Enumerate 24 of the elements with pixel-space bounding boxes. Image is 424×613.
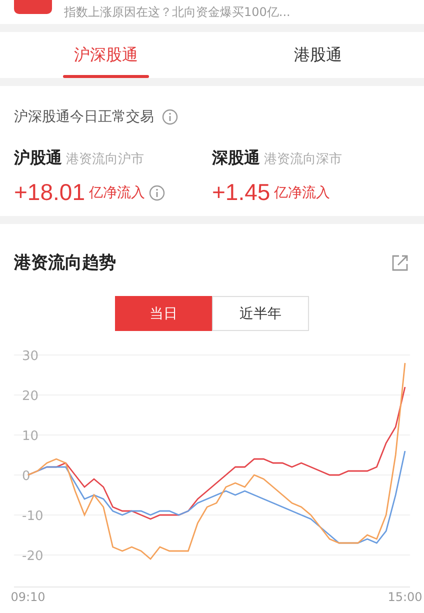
y-axis-label: -10 [22,509,44,524]
net-inflow-unit: 亿净流入 [274,184,330,202]
section-title: 港资流向趋势 [14,252,116,274]
info-icon[interactable] [149,184,165,200]
y-axis-label: 30 [22,349,39,364]
channel-description: 港资流向沪市 [66,151,144,168]
y-axis-label: -20 [22,549,44,564]
channel-description: 港资流向深市 [264,151,342,168]
period-tab[interactable]: 近半年 [212,296,309,331]
y-axis-label: 10 [22,429,39,444]
net-inflow-unit: 亿净流入 [89,184,145,202]
news-icon [14,0,52,14]
net-inflow-value: +18.01 [14,179,85,206]
share-icon[interactable] [390,252,410,272]
channel-name: 深股通 [212,148,260,169]
x-axis-label: 15:00 [388,590,422,604]
channel-name: 沪股通 [14,148,62,169]
trading-status: 沪深股通今日正常交易 [14,108,154,126]
news-headline[interactable]: 指数上涨原因在这？北向资金爆买100亿... [64,4,290,20]
info-icon[interactable] [162,109,178,125]
net-inflow-value: +1.45 [212,179,270,206]
y-axis-label: 20 [22,389,39,404]
x-axis-label: 09:10 [10,590,46,604]
period-tab[interactable]: 当日 [115,296,212,331]
